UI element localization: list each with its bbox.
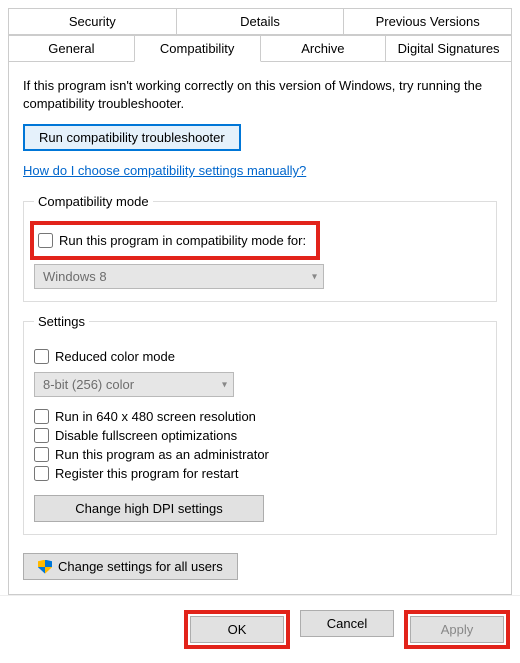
disable-fullscreen-label: Disable fullscreen optimizations bbox=[55, 428, 237, 443]
change-dpi-label: Change high DPI settings bbox=[75, 501, 222, 516]
register-restart-checkbox[interactable] bbox=[34, 466, 49, 481]
tab-panel-compatibility: If this program isn't working correctly … bbox=[8, 61, 512, 595]
run-troubleshooter-button[interactable]: Run compatibility troubleshooter bbox=[23, 124, 241, 151]
run-640-row[interactable]: Run in 640 x 480 screen resolution bbox=[34, 409, 486, 424]
shield-icon bbox=[38, 560, 52, 574]
apply-button[interactable]: Apply bbox=[410, 616, 504, 643]
chevron-down-icon: ▾ bbox=[222, 379, 227, 390]
intro-text: If this program isn't working correctly … bbox=[23, 77, 497, 112]
disable-fullscreen-row[interactable]: Disable fullscreen optimizations bbox=[34, 428, 486, 443]
color-mode-dropdown-value: 8-bit (256) color bbox=[43, 377, 134, 392]
compat-mode-dropdown-value: Windows 8 bbox=[43, 269, 107, 284]
properties-dialog: Security Details Previous Versions Gener… bbox=[0, 0, 520, 663]
settings-group: Settings Reduced color mode 8-bit (256) … bbox=[23, 314, 497, 535]
compat-mode-checkbox[interactable] bbox=[38, 233, 53, 248]
compat-mode-highlight: Run this program in compatibility mode f… bbox=[30, 221, 320, 260]
dialog-button-bar: OK Cancel Apply bbox=[0, 595, 520, 663]
reduced-color-checkbox[interactable] bbox=[34, 349, 49, 364]
compat-mode-label: Run this program in compatibility mode f… bbox=[59, 233, 306, 248]
reduced-color-row[interactable]: Reduced color mode bbox=[34, 349, 486, 364]
ok-button[interactable]: OK bbox=[190, 616, 284, 643]
run-640-checkbox[interactable] bbox=[34, 409, 49, 424]
tab-security[interactable]: Security bbox=[8, 8, 177, 35]
manual-settings-link[interactable]: How do I choose compatibility settings m… bbox=[23, 163, 306, 178]
run-admin-label: Run this program as an administrator bbox=[55, 447, 269, 462]
tab-general[interactable]: General bbox=[8, 35, 135, 62]
change-all-users-label: Change settings for all users bbox=[58, 559, 223, 574]
tab-compatibility[interactable]: Compatibility bbox=[134, 35, 261, 62]
run-admin-checkbox[interactable] bbox=[34, 447, 49, 462]
disable-fullscreen-checkbox[interactable] bbox=[34, 428, 49, 443]
settings-legend: Settings bbox=[34, 314, 89, 329]
tab-archive[interactable]: Archive bbox=[260, 35, 387, 62]
compatibility-mode-group: Compatibility mode Run this program in c… bbox=[23, 194, 497, 302]
tab-strip: Security Details Previous Versions Gener… bbox=[0, 0, 520, 62]
apply-highlight: Apply bbox=[404, 610, 510, 649]
tab-details[interactable]: Details bbox=[176, 8, 345, 35]
tab-previous-versions[interactable]: Previous Versions bbox=[343, 8, 512, 35]
chevron-down-icon: ▾ bbox=[312, 271, 317, 282]
compat-mode-dropdown[interactable]: Windows 8 ▾ bbox=[34, 264, 324, 289]
compat-mode-legend: Compatibility mode bbox=[34, 194, 153, 209]
change-all-users-button[interactable]: Change settings for all users bbox=[23, 553, 238, 580]
cancel-wrap: Cancel bbox=[300, 610, 394, 649]
run-640-label: Run in 640 x 480 screen resolution bbox=[55, 409, 256, 424]
ok-highlight: OK bbox=[184, 610, 290, 649]
reduced-color-label: Reduced color mode bbox=[55, 349, 175, 364]
tab-digital-signatures[interactable]: Digital Signatures bbox=[385, 35, 512, 62]
compat-mode-checkbox-row[interactable]: Run this program in compatibility mode f… bbox=[38, 233, 306, 248]
cancel-button[interactable]: Cancel bbox=[300, 610, 394, 637]
register-restart-label: Register this program for restart bbox=[55, 466, 239, 481]
change-dpi-button[interactable]: Change high DPI settings bbox=[34, 495, 264, 522]
run-admin-row[interactable]: Run this program as an administrator bbox=[34, 447, 486, 462]
color-mode-dropdown[interactable]: 8-bit (256) color ▾ bbox=[34, 372, 234, 397]
register-restart-row[interactable]: Register this program for restart bbox=[34, 466, 486, 481]
